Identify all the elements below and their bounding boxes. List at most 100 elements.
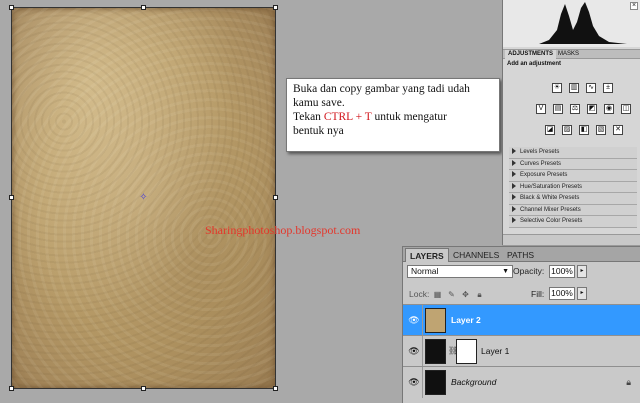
transform-handle-bottom-left[interactable] xyxy=(9,386,14,391)
color-balance-icon[interactable]: ⚖ xyxy=(570,104,580,114)
visibility-column: 👁︎ xyxy=(403,367,423,398)
layer-name[interactable]: Layer 2 xyxy=(451,305,481,336)
expand-triangle-icon xyxy=(512,159,516,166)
black-white-icon[interactable]: ◩ xyxy=(587,104,597,114)
visibility-column: 👁︎ xyxy=(403,336,423,367)
transform-handle-left[interactable] xyxy=(9,195,14,200)
expand-triangle-icon xyxy=(512,217,516,224)
preset-label: Channel Mixer Presets xyxy=(520,206,581,213)
layer-name[interactable]: Background xyxy=(451,367,496,398)
note-line-3-prefix: Tekan xyxy=(293,111,324,123)
eye-icon[interactable]: 👁︎ xyxy=(407,314,421,326)
lock-all-icon[interactable]: 🔒︎ xyxy=(475,290,484,299)
preset-item[interactable]: Curves Presets xyxy=(509,158,637,170)
close-icon[interactable]: × xyxy=(630,2,638,10)
visibility-column: 👁︎ xyxy=(403,305,423,336)
layers-panel: LAYERS CHANNELS PATHS Normal ▼ Opacity: … xyxy=(402,246,640,403)
transform-handle-top-left[interactable] xyxy=(9,5,14,10)
transform-center-point-icon[interactable]: ✧ xyxy=(139,193,148,203)
expand-triangle-icon xyxy=(512,148,516,155)
layer-thumbnail xyxy=(425,370,446,395)
fill-label: Fill: xyxy=(531,289,545,299)
threshold-icon[interactable]: ◧ xyxy=(579,125,589,135)
hue-saturation-icon[interactable]: ▤ xyxy=(553,104,563,114)
preset-item[interactable]: Levels Presets xyxy=(509,147,637,159)
transform-handle-bottom-right[interactable] xyxy=(273,386,278,391)
tab-paths[interactable]: PATHS xyxy=(503,248,538,262)
preset-item[interactable]: Exposure Presets xyxy=(509,170,637,182)
preset-label: Curves Presets xyxy=(520,160,562,167)
note-line-3-suffix: untuk mengatur xyxy=(371,111,448,123)
lock-position-icon[interactable]: ✥ xyxy=(461,290,470,299)
layer-mask-thumbnail[interactable] xyxy=(456,339,477,364)
layer-thumbnail xyxy=(425,339,446,364)
vibrance-icon[interactable]: V xyxy=(536,104,546,114)
transform-handle-top[interactable] xyxy=(141,5,146,10)
transform-handle-bottom[interactable] xyxy=(141,386,146,391)
levels-icon[interactable]: ▥ xyxy=(569,83,579,93)
lock-label: Lock: xyxy=(409,289,430,299)
preset-label: Hue/Saturation Presets xyxy=(520,183,583,190)
opacity-slider-button[interactable]: ▸ xyxy=(577,265,587,278)
preset-item[interactable]: Selective Color Presets xyxy=(509,216,637,228)
blend-mode-select[interactable]: Normal ▼ xyxy=(407,265,513,278)
layer-row-layer-1[interactable]: 👁︎ ⛓︎ Layer 1 xyxy=(403,335,640,367)
brightness-icon[interactable]: ☀ xyxy=(552,83,562,93)
fill-slider-button[interactable]: ▸ xyxy=(577,287,587,300)
expand-triangle-icon xyxy=(512,194,516,201)
preset-label: Selective Color Presets xyxy=(520,218,583,224)
expand-triangle-icon xyxy=(512,171,516,178)
layer-name[interactable]: Layer 1 xyxy=(481,336,509,367)
eye-icon[interactable]: 👁︎ xyxy=(407,376,421,388)
tab-masks[interactable]: MASKS xyxy=(555,50,582,59)
layer-row-background[interactable]: 👁︎ Background 🔒︎ xyxy=(403,366,640,398)
chevron-down-icon: ▼ xyxy=(502,268,509,275)
note-line-4: bentuk nya xyxy=(293,125,344,137)
instruction-callout: Buka dan copy gambar yang tadi udah kamu… xyxy=(286,78,500,152)
opacity-input[interactable]: 100% xyxy=(549,265,575,278)
exposure-icon[interactable]: ± xyxy=(603,83,613,93)
tab-channels[interactable]: CHANNELS xyxy=(449,248,503,262)
eye-icon[interactable]: 👁︎ xyxy=(407,345,421,357)
right-dock: × ADJUSTMENTS MASKS Add an adjustment ☀ … xyxy=(502,0,640,245)
histogram-panel: × xyxy=(503,0,640,47)
preset-item[interactable]: Hue/Saturation Presets xyxy=(509,181,637,193)
adjustments-tab-bar: ADJUSTMENTS MASKS xyxy=(503,49,640,59)
gradient-map-icon[interactable]: ▧ xyxy=(596,125,606,135)
expand-triangle-icon xyxy=(512,182,516,189)
lock-icon: 🔒︎ xyxy=(626,377,631,387)
lock-pixels-icon[interactable]: ✎ xyxy=(447,290,456,299)
curves-icon[interactable]: ∿ xyxy=(586,83,596,93)
blend-mode-value: Normal xyxy=(411,266,439,276)
tab-adjustments[interactable]: ADJUSTMENTS xyxy=(505,50,557,59)
opacity-label: Opacity: xyxy=(513,266,545,276)
preset-label: Levels Presets xyxy=(520,149,560,155)
lock-transparency-icon[interactable]: ▦ xyxy=(433,290,442,299)
channel-mixer-icon[interactable]: ◫ xyxy=(621,104,631,114)
selective-color-icon[interactable]: ✕ xyxy=(613,125,623,135)
note-line-1: Buka dan copy gambar yang tadi udah xyxy=(293,83,470,95)
histogram-graph xyxy=(509,2,627,44)
transform-handle-right[interactable] xyxy=(273,195,278,200)
preset-item[interactable]: Black & White Presets xyxy=(509,193,637,205)
fill-input[interactable]: 100% xyxy=(549,287,575,300)
preset-label: Black & White Presets xyxy=(520,195,580,201)
layer-thumbnail xyxy=(425,308,446,333)
preset-label: Exposure Presets xyxy=(520,172,568,178)
preset-item[interactable]: Channel Mixer Presets xyxy=(509,204,637,216)
expand-triangle-icon xyxy=(512,205,516,212)
watermark-text: Sharingphotoshop.blogspot.com xyxy=(205,223,361,237)
note-shortcut-highlight: CTRL + T xyxy=(323,111,372,123)
note-line-3: Tekan CTRL + T untuk mengatur xyxy=(293,110,493,124)
adjustment-presets-list: Levels Presets Curves Presets Exposure P… xyxy=(509,147,637,228)
invert-icon[interactable]: ◪ xyxy=(545,125,555,135)
note-line-2: kamu save. xyxy=(293,97,345,109)
tab-layers[interactable]: LAYERS xyxy=(405,248,449,262)
transform-handle-top-right[interactable] xyxy=(273,5,278,10)
layers-tab-bar: LAYERS CHANNELS PATHS xyxy=(403,247,640,262)
add-adjustment-title: Add an adjustment xyxy=(507,61,562,67)
dock-footer xyxy=(503,234,640,245)
photo-filter-icon[interactable]: ◉ xyxy=(604,104,614,114)
posterize-icon[interactable]: ▨ xyxy=(562,125,572,135)
layer-row-layer-2[interactable]: 👁︎ Layer 2 xyxy=(403,304,640,336)
